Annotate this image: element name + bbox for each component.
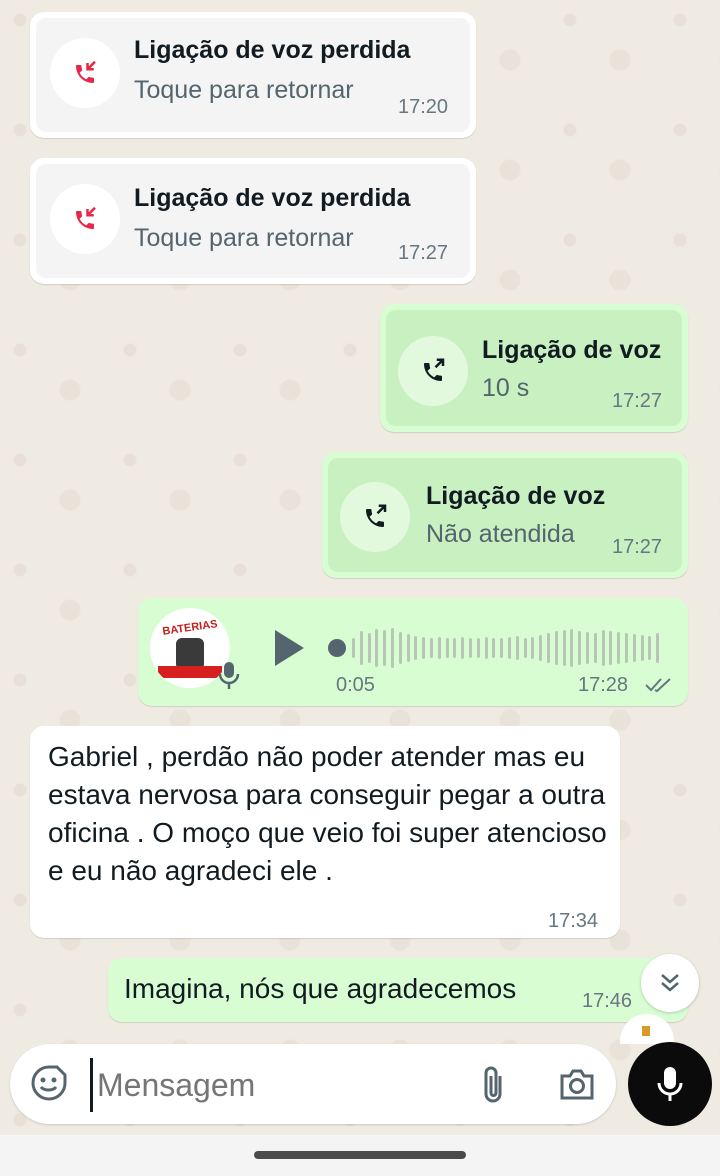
voice-record-button[interactable]	[628, 1042, 712, 1126]
waveform-bar	[547, 633, 550, 663]
waveform-bar	[586, 632, 589, 664]
call-card: Ligação de voz 10 s 17:27	[386, 310, 682, 426]
message-time: 17:28	[578, 674, 629, 696]
message-time: 17:27	[612, 390, 663, 412]
outgoing-call-bubble[interactable]: Ligação de voz Não atendida 17:27	[322, 452, 688, 578]
waveform-bar	[375, 629, 379, 667]
waveform-bar	[406, 634, 410, 662]
waveform-bar	[508, 637, 511, 659]
play-icon[interactable]	[272, 628, 306, 673]
home-gesture-handle[interactable]	[254, 1151, 466, 1159]
message-input-bar[interactable]	[10, 1044, 616, 1124]
waveform-bar	[539, 635, 543, 661]
sticker-icon[interactable]	[30, 1064, 68, 1107]
waveform-bar	[430, 638, 433, 658]
message-time: 17:27	[612, 536, 663, 558]
waveform-bar	[461, 637, 465, 659]
camera-icon[interactable]	[558, 1066, 596, 1107]
voice-duration: 0:05	[336, 674, 375, 696]
waveform-bar	[367, 633, 371, 663]
waveform-bar	[398, 632, 402, 664]
waveform-bar	[484, 637, 488, 659]
waveform-bar	[359, 631, 363, 665]
playback-dot[interactable]	[328, 639, 346, 657]
microphone-icon	[657, 1067, 683, 1101]
missed-call-bubble[interactable]: Ligação de voz perdida Toque para retorn…	[30, 158, 476, 284]
waveform-bar	[531, 637, 535, 659]
message-text: Imagina, nós que agradecemos	[124, 973, 517, 1004]
microphone-icon	[218, 660, 240, 695]
waveform-bar	[422, 637, 426, 659]
message-time: 17:46	[582, 990, 633, 1012]
message-time: 17:20	[398, 96, 449, 118]
double-chevron-down-icon	[661, 974, 679, 992]
waveform-bar	[445, 638, 449, 658]
call-subtitle: Toque para retornar	[134, 76, 354, 104]
waveform-bar	[391, 628, 394, 668]
call-subtitle: Toque para retornar	[134, 224, 354, 252]
message-text: Gabriel , perdão não poder atender mas e…	[48, 741, 607, 886]
navigation-bar	[0, 1135, 720, 1176]
call-title: Ligação de voz	[426, 482, 606, 510]
waveform-bar	[609, 631, 613, 665]
outgoing-call-icon	[398, 336, 468, 406]
outgoing-message-bubble[interactable]: Imagina, nós que agradecemos 17:46	[108, 958, 688, 1022]
message-time: 17:27	[398, 242, 449, 264]
waveform-bar	[648, 636, 652, 660]
waveform-bar	[437, 637, 441, 659]
call-title: Ligação de voz perdida	[134, 184, 411, 212]
voice-message-bubble[interactable]: BATERIAS 0:05 17:28	[138, 598, 688, 706]
missed-call-icon	[50, 38, 120, 108]
avatar-banner	[158, 666, 222, 678]
waveform-bar	[562, 630, 566, 666]
waveform-bar	[578, 631, 582, 665]
waveform-bar	[570, 629, 574, 667]
waveform-bar	[640, 635, 644, 661]
double-check-icon	[644, 676, 672, 699]
call-title: Ligação de voz perdida	[134, 36, 411, 64]
waveform-bar	[656, 633, 660, 663]
outgoing-call-icon	[340, 482, 410, 552]
waveform-bar	[476, 638, 480, 658]
call-title: Ligação de voz	[482, 336, 662, 364]
waveform-bar	[500, 638, 504, 658]
missed-call-icon	[50, 184, 120, 254]
waveform-bar	[617, 632, 621, 664]
missed-call-bubble[interactable]: Ligação de voz perdida Toque para retorn…	[30, 12, 476, 138]
waveform-bar	[383, 630, 387, 666]
call-subtitle: 10 s	[482, 374, 530, 402]
incoming-message-bubble[interactable]: Gabriel , perdão não poder atender mas e…	[30, 726, 620, 938]
waveform-bar	[601, 630, 605, 666]
call-card: Ligação de voz perdida Toque para retorn…	[36, 18, 470, 132]
waveform-bar	[352, 638, 355, 658]
waveform-bar	[453, 638, 457, 658]
waveform-bar	[625, 633, 628, 663]
waveform-bar	[469, 638, 472, 658]
waveform-bar	[523, 638, 527, 658]
waveform-bar	[632, 634, 636, 662]
waveform-bar	[554, 631, 558, 665]
outgoing-call-bubble[interactable]: Ligação de voz 10 s 17:27	[380, 304, 688, 432]
message-time: 17:34	[548, 910, 599, 932]
waveform-bar	[492, 638, 496, 658]
avatar-brand: BATERIAS	[161, 618, 219, 638]
reaction-avatar-figure	[642, 1026, 650, 1036]
waveform-bar	[593, 633, 597, 663]
scroll-down-button[interactable]	[641, 954, 699, 1012]
waveform-bar	[414, 636, 418, 660]
waveform[interactable]	[352, 626, 668, 670]
call-card: Ligação de voz Não atendida 17:27	[328, 458, 682, 572]
call-subtitle: Não atendida	[426, 520, 575, 548]
attach-icon[interactable]	[480, 1064, 508, 1109]
message-input[interactable]	[90, 1058, 459, 1112]
call-card: Ligação de voz perdida Toque para retorn…	[36, 164, 470, 278]
waveform-bar	[515, 636, 519, 660]
